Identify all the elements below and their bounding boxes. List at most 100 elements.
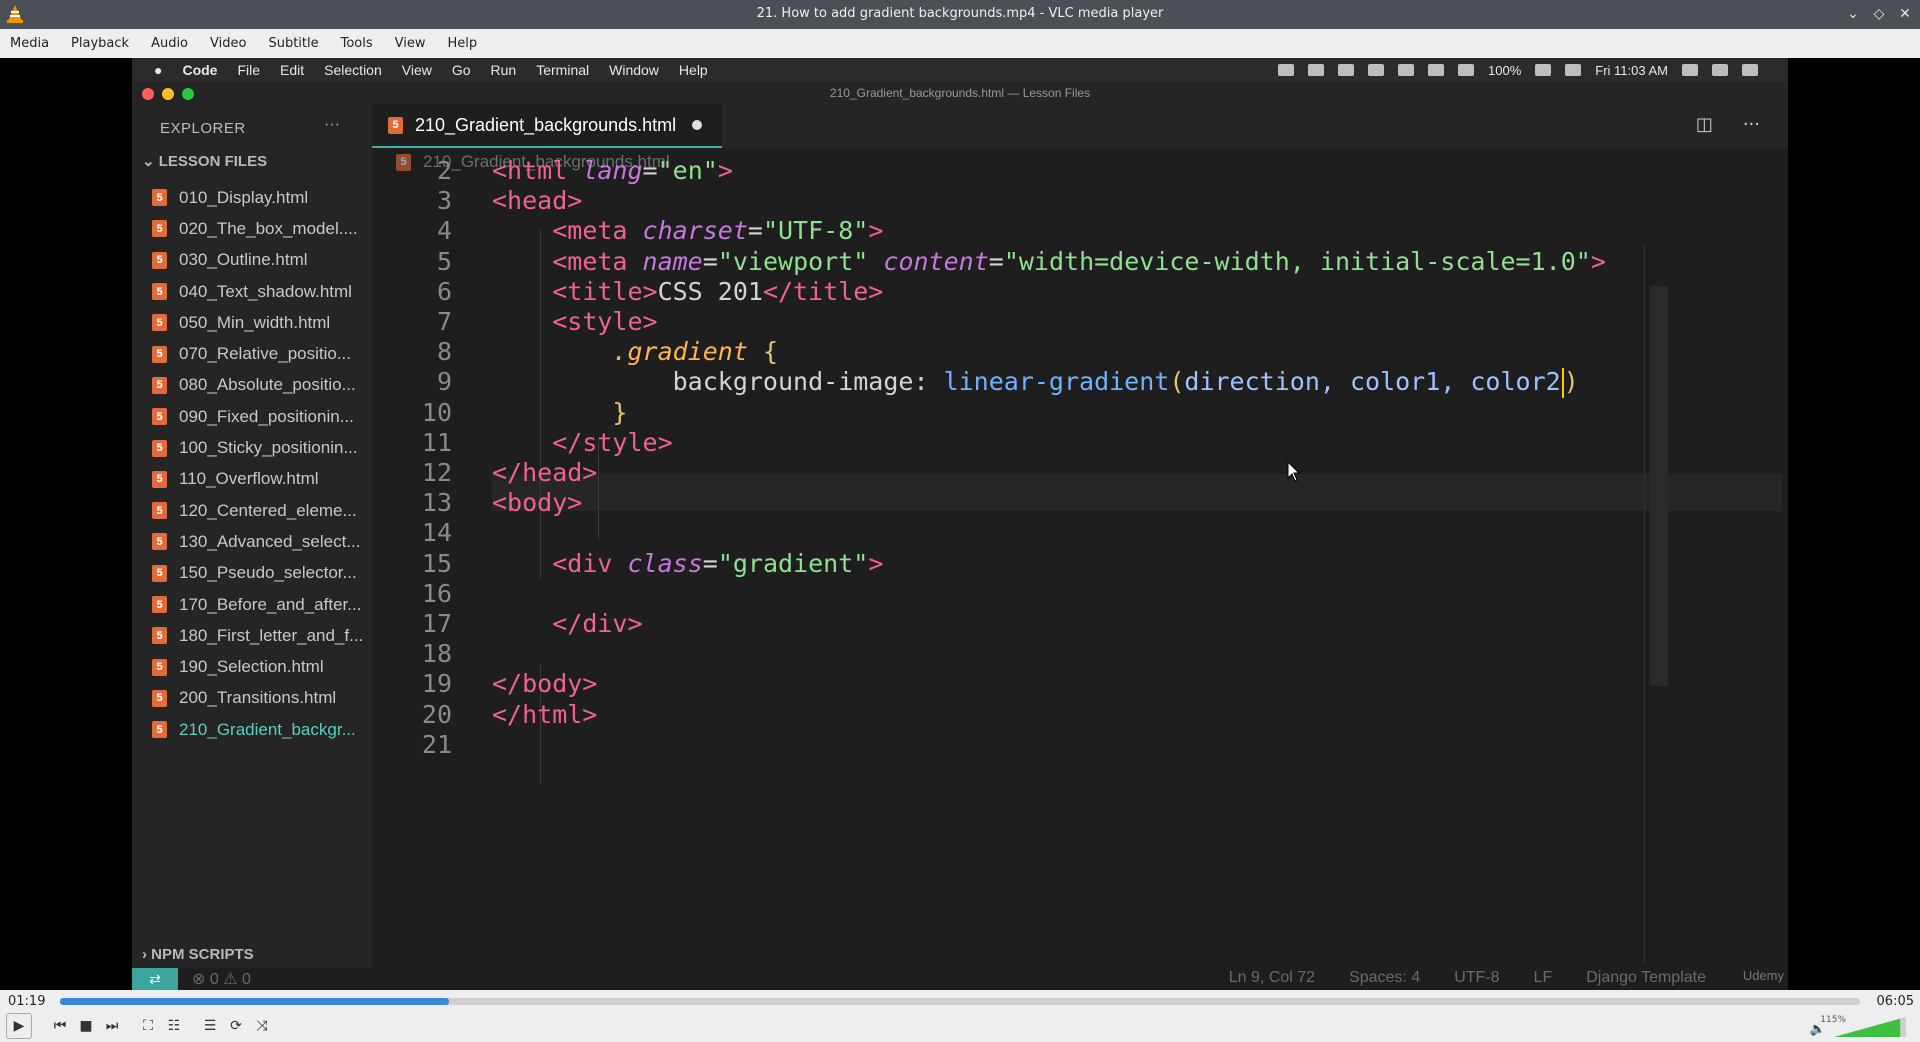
list-item: 5 170_Before_and_after... [152,589,372,620]
code-token: ( [1169,367,1185,397]
code-token: </div> [552,609,643,638]
menu-view[interactable]: View [395,36,426,51]
lesson-files-header: ⌄ LESSON FILES [142,153,268,170]
html5-icon: 5 [152,220,167,238]
list-item: 5 030_Outline.html [152,245,372,276]
menu-subtitle[interactable]: Subtitle [268,36,318,51]
wifi-icon [1428,64,1445,76]
menu-playback[interactable]: Playback [71,36,129,51]
line-number: 11 [421,427,452,457]
stop-button[interactable]: ■ [74,1014,98,1038]
code-text: <body> [492,488,582,517]
next-button[interactable]: ⏭ [100,1014,124,1038]
menu-video[interactable]: Video [210,36,246,51]
maximize-icon[interactable]: ◇ [1870,4,1888,24]
line-number: 14 [421,518,452,548]
code-token: = [642,156,658,185]
menu-audio[interactable]: Audio [151,36,188,51]
list-item-active: 5 210_Gradient_backgr... [152,714,372,745]
code-text: background-image: linear-gradient(direct… [492,367,1579,399]
code-token: > [1590,246,1606,276]
html5-icon: 5 [152,658,167,676]
file-name: 150_Pseudo_selector... [179,563,357,583]
code-token: linear-gradient [943,367,1170,397]
code-token: <meta [552,216,643,246]
close-icon[interactable]: ✕ [1896,4,1914,24]
mac-menu-bar: ● Code File Edit Selection View Go Run T… [132,58,1788,82]
html5-icon: 5 [152,502,167,520]
code-token: = [988,246,1004,276]
vlc-title-bar: 21. How to add gradient backgrounds.mp4 … [0,0,1920,29]
loop-button[interactable]: ⟳ [224,1014,248,1038]
line-number: 15 [421,548,452,578]
player-controls: ▶ ⏮ ■ ⏭ ⛶ ☷ ☰ ⟳ ⤨ 🔈 115% [0,1012,1920,1042]
code-token: <body> [492,488,583,518]
code-text: </body> [492,669,597,698]
html5-icon: 5 [152,376,167,394]
mac-menu-go: Go [451,62,471,78]
seek-slider[interactable] [60,998,1860,1005]
line-number: 20 [421,699,452,729]
video-area[interactable]: ● Code File Edit Selection View Go Run T… [0,58,1920,990]
line-number: 2 [436,156,452,185]
html5-icon: 5 [152,470,167,488]
file-name: 040_Text_shadow.html [179,281,352,301]
mac-menu-selection: Selection [324,62,382,78]
code-token: > [717,156,733,185]
extended-settings-button[interactable]: ☷ [162,1014,186,1038]
code-token: background-image: [672,367,944,397]
npm-scripts-header: › NPM SCRIPTS [142,946,254,963]
volume-percent: 115% [1820,1015,1846,1025]
list-item: 5 100_Sticky_positionin... [152,432,372,463]
mouse-pointer-icon [1287,461,1301,482]
shuffle-button[interactable]: ⤨ [250,1014,274,1038]
code-token: </title> [762,276,884,306]
code-token: "UTF-8" [762,216,869,246]
remote-icon: ⇄ [132,968,178,990]
menu-tools[interactable]: Tools [341,36,373,51]
code-token: = [702,246,718,276]
layout-icon [1368,64,1385,76]
elapsed-time: 01:19 [8,994,46,1009]
menu-media[interactable]: Media [10,36,49,51]
menu-help[interactable]: Help [448,36,478,51]
minimize-icon[interactable]: ⌄ [1844,4,1862,24]
html5-icon: 5 [152,251,167,269]
line-number: 8 [436,337,452,367]
code-token: </html> [492,699,598,729]
code-token: { [762,337,779,367]
tab-bar: 5 210_Gradient_backgrounds.html ◫ ··· [372,104,1788,148]
playlist-button[interactable]: ☰ [198,1014,222,1038]
file-name: 080_Absolute_positio... [179,375,356,395]
line-number: 16 [421,578,452,608]
volume-control[interactable]: 🔈 115% [1810,1015,1906,1037]
volume-slider[interactable]: 115% [1820,1015,1906,1037]
html5-icon: 5 [152,345,167,363]
language-mode: Django Template [1586,969,1706,986]
code-text: } [492,398,627,427]
battery-percent: 100% [1488,62,1522,78]
fullscreen-button[interactable]: ⛶ [136,1014,160,1038]
lesson-files-label: LESSON FILES [158,153,268,170]
list-item: 5 010_Display.html [152,182,372,213]
list-item: 5 190_Selection.html [152,651,372,682]
file-name: 110_Overflow.html [179,469,319,489]
previous-button[interactable]: ⏮ [48,1014,72,1038]
list-item: 5 040_Text_shadow.html [152,276,372,307]
apple-icon: ● [154,62,163,78]
mac-app-name: Code [182,62,218,78]
battery-icon [1535,64,1552,76]
close-dot-icon [142,88,154,100]
code-text: </div> [492,609,643,638]
cursor-position: Ln 9, Col 72 [1228,969,1316,986]
encoding: UTF-8 [1454,969,1500,986]
file-name: 030_Outline.html [179,250,308,270]
code-token: > [868,216,884,246]
code-text: </head> [492,458,597,487]
play-button[interactable]: ▶ [6,1013,32,1039]
code-line: 21 [372,730,1672,767]
code-token: > [868,548,884,578]
list-item: 5 150_Pseudo_selector... [152,558,372,589]
